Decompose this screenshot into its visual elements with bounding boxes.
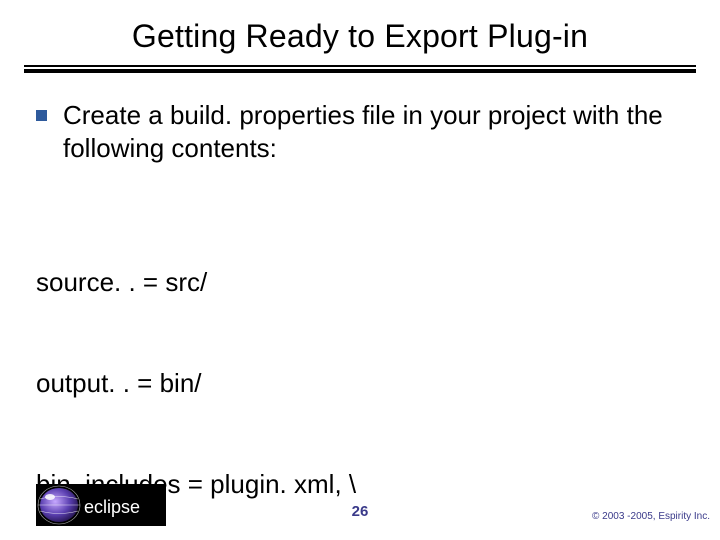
logo-text: eclipse: [84, 497, 140, 517]
eclipse-logo: eclipse: [36, 484, 166, 526]
title-rule-thin: [24, 65, 696, 67]
bullet-item: Create a build. properties file in your …: [36, 99, 684, 164]
square-bullet-icon: [36, 110, 47, 121]
slide-title: Getting Ready to Export Plug-in: [0, 0, 720, 65]
code-line: source. . = src/: [36, 266, 684, 300]
slide-body: Create a build. properties file in your …: [0, 73, 720, 540]
copyright-text: © 2003 -2005, Espirity Inc.: [592, 511, 710, 522]
page-number: 26: [352, 503, 369, 520]
bullet-text: Create a build. properties file in your …: [63, 99, 684, 164]
code-line: output. . = bin/: [36, 367, 684, 401]
slide-footer: eclipse 26 © 2003 -2005, Espirity Inc.: [0, 476, 720, 526]
slide: Getting Ready to Export Plug-in Create a…: [0, 0, 720, 540]
